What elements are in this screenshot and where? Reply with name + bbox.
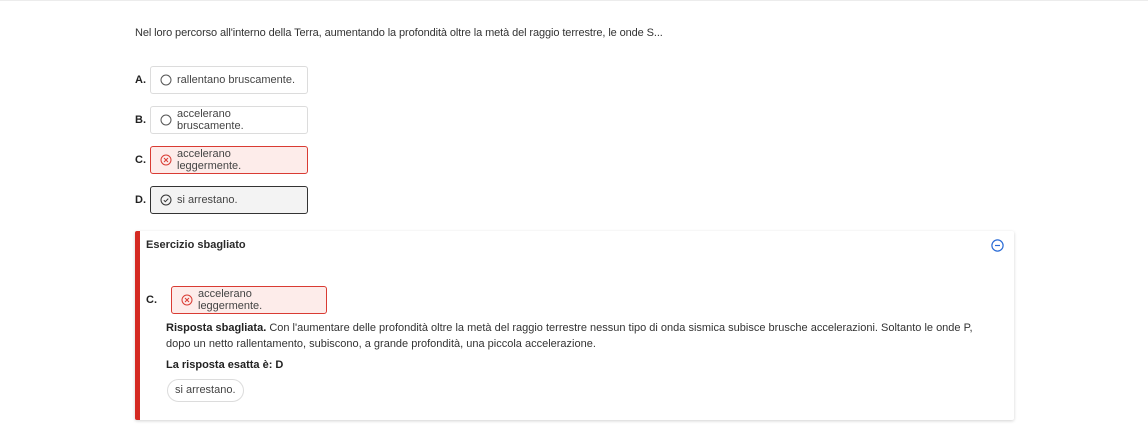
- check-circle-icon: [160, 194, 172, 206]
- option-letter: C.: [135, 154, 146, 166]
- correct-answer-chip: si arrestano.: [167, 379, 244, 402]
- option-letter: C.: [146, 294, 157, 306]
- option-a[interactable]: A. rallentano bruscamente.: [135, 66, 308, 94]
- feedback-explanation: Risposta sbagliata. Con l'aumentare dell…: [166, 320, 986, 352]
- option-label: rallentano bruscamente.: [177, 74, 296, 86]
- option-label: accelerano bruscamente.: [177, 108, 244, 132]
- top-divider: [0, 0, 1148, 1]
- radio-empty-icon: [160, 74, 172, 86]
- minus-circle-icon[interactable]: [991, 239, 1004, 252]
- option-letter: B.: [135, 114, 146, 126]
- option-a-button[interactable]: rallentano bruscamente.: [150, 66, 308, 94]
- option-label: accelerano leggermente.: [177, 148, 242, 172]
- explanation-text: Con l'aumentare delle profondità oltre l…: [166, 322, 973, 350]
- option-label: si arrestano.: [177, 194, 238, 206]
- option-b[interactable]: B. accelerano bruscamente.: [135, 106, 308, 134]
- option-d[interactable]: D. si arrestano.: [135, 186, 308, 214]
- x-circle-icon: [181, 294, 193, 306]
- radio-empty-icon: [160, 114, 172, 126]
- option-b-button[interactable]: accelerano bruscamente.: [150, 106, 308, 134]
- explanation-label: Risposta sbagliata.: [166, 322, 267, 334]
- option-letter: A.: [135, 74, 146, 86]
- question-text: Nel loro percorso all'interno della Terr…: [135, 27, 663, 39]
- option-label: accelerano leggermente.: [198, 288, 263, 312]
- option-c-button[interactable]: accelerano leggermente.: [150, 146, 308, 174]
- selected-answer-box: accelerano leggermente.: [171, 286, 327, 314]
- feedback-selected-answer: C. accelerano leggermente.: [146, 286, 327, 314]
- option-d-button[interactable]: si arrestano.: [150, 186, 308, 214]
- x-circle-icon: [160, 154, 172, 166]
- option-c[interactable]: C. accelerano leggermente.: [135, 146, 308, 174]
- feedback-panel: Esercizio sbagliato C. accelerano legger…: [135, 231, 1014, 420]
- feedback-title: Esercizio sbagliato: [146, 239, 246, 251]
- option-letter: D.: [135, 194, 146, 206]
- correct-answer-label: La risposta esatta è: D: [166, 359, 284, 371]
